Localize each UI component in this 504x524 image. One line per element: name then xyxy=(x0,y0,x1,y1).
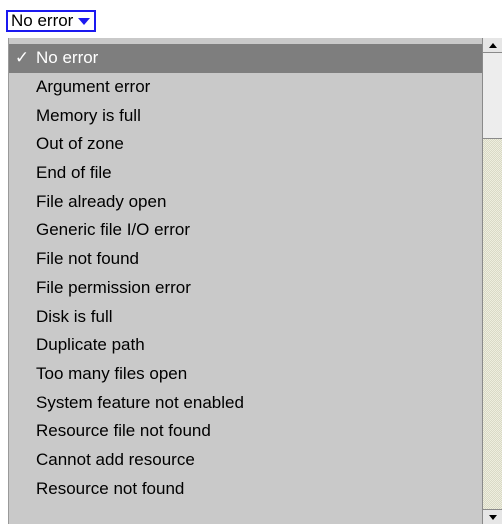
menu-item-label: File permission error xyxy=(36,277,191,297)
error-dropdown-menu[interactable]: ✓ No error Argument error Memory is full… xyxy=(8,38,502,524)
menu-item-label: Resource not found xyxy=(36,478,185,498)
menu-item-file-permission-error[interactable]: File permission error xyxy=(9,274,483,303)
menu-item-generic-io-error[interactable]: Generic file I/O error xyxy=(9,216,483,245)
menu-item-out-of-zone[interactable]: Out of zone xyxy=(9,130,483,159)
menu-item-label: Out of zone xyxy=(36,134,124,154)
chevron-down-icon xyxy=(78,17,91,25)
menu-item-file-not-found[interactable]: File not found xyxy=(9,245,483,274)
menu-item-label: Argument error xyxy=(36,77,151,97)
menu-item-file-already-open[interactable]: File already open xyxy=(9,187,483,216)
menu-item-label: Cannot add resource xyxy=(36,449,195,469)
scroll-track[interactable] xyxy=(483,139,502,509)
menu-scrollbar[interactable] xyxy=(482,38,502,524)
menu-item-label: Disk is full xyxy=(36,306,113,326)
menu-item-end-of-file[interactable]: End of file xyxy=(9,159,483,188)
popup-selected-label: No error xyxy=(11,11,74,30)
scroll-down-button[interactable] xyxy=(483,509,502,524)
menu-item-label: Duplicate path xyxy=(36,335,145,355)
menu-item-label: Resource file not found xyxy=(36,421,211,441)
arrow-up-icon xyxy=(488,42,497,48)
menu-item-list: ✓ No error Argument error Memory is full… xyxy=(9,44,483,503)
menu-item-resource-file-not-found[interactable]: Resource file not found xyxy=(9,417,483,446)
menu-item-label: No error xyxy=(36,48,99,68)
menu-item-disk-full[interactable]: Disk is full xyxy=(9,302,483,331)
menu-item-label: Too many files open xyxy=(36,363,188,383)
menu-item-label: File not found xyxy=(36,249,140,269)
menu-item-label: Memory is full xyxy=(36,105,141,125)
menu-item-label: System feature not enabled xyxy=(36,392,244,412)
menu-item-cannot-add-resource[interactable]: Cannot add resource xyxy=(9,446,483,475)
checkmark-icon: ✓ xyxy=(14,48,30,68)
menu-item-resource-not-found[interactable]: Resource not found xyxy=(9,474,483,503)
scroll-thumb[interactable] xyxy=(483,53,502,139)
menu-item-label: File already open xyxy=(36,191,167,211)
menu-item-feature-not-enabled[interactable]: System feature not enabled xyxy=(9,388,483,417)
scroll-up-button[interactable] xyxy=(483,38,502,53)
menu-item-too-many-files[interactable]: Too many files open xyxy=(9,360,483,389)
error-popup-button[interactable]: No error xyxy=(6,10,97,32)
menu-item-duplicate-path[interactable]: Duplicate path xyxy=(9,331,483,360)
menu-item-label: Generic file I/O error xyxy=(36,220,190,240)
arrow-down-icon xyxy=(488,514,497,520)
menu-item-argument-error[interactable]: Argument error xyxy=(9,73,483,102)
menu-item-no-error[interactable]: ✓ No error xyxy=(9,44,483,73)
menu-item-label: End of file xyxy=(36,163,112,183)
menu-item-memory-full[interactable]: Memory is full xyxy=(9,101,483,130)
